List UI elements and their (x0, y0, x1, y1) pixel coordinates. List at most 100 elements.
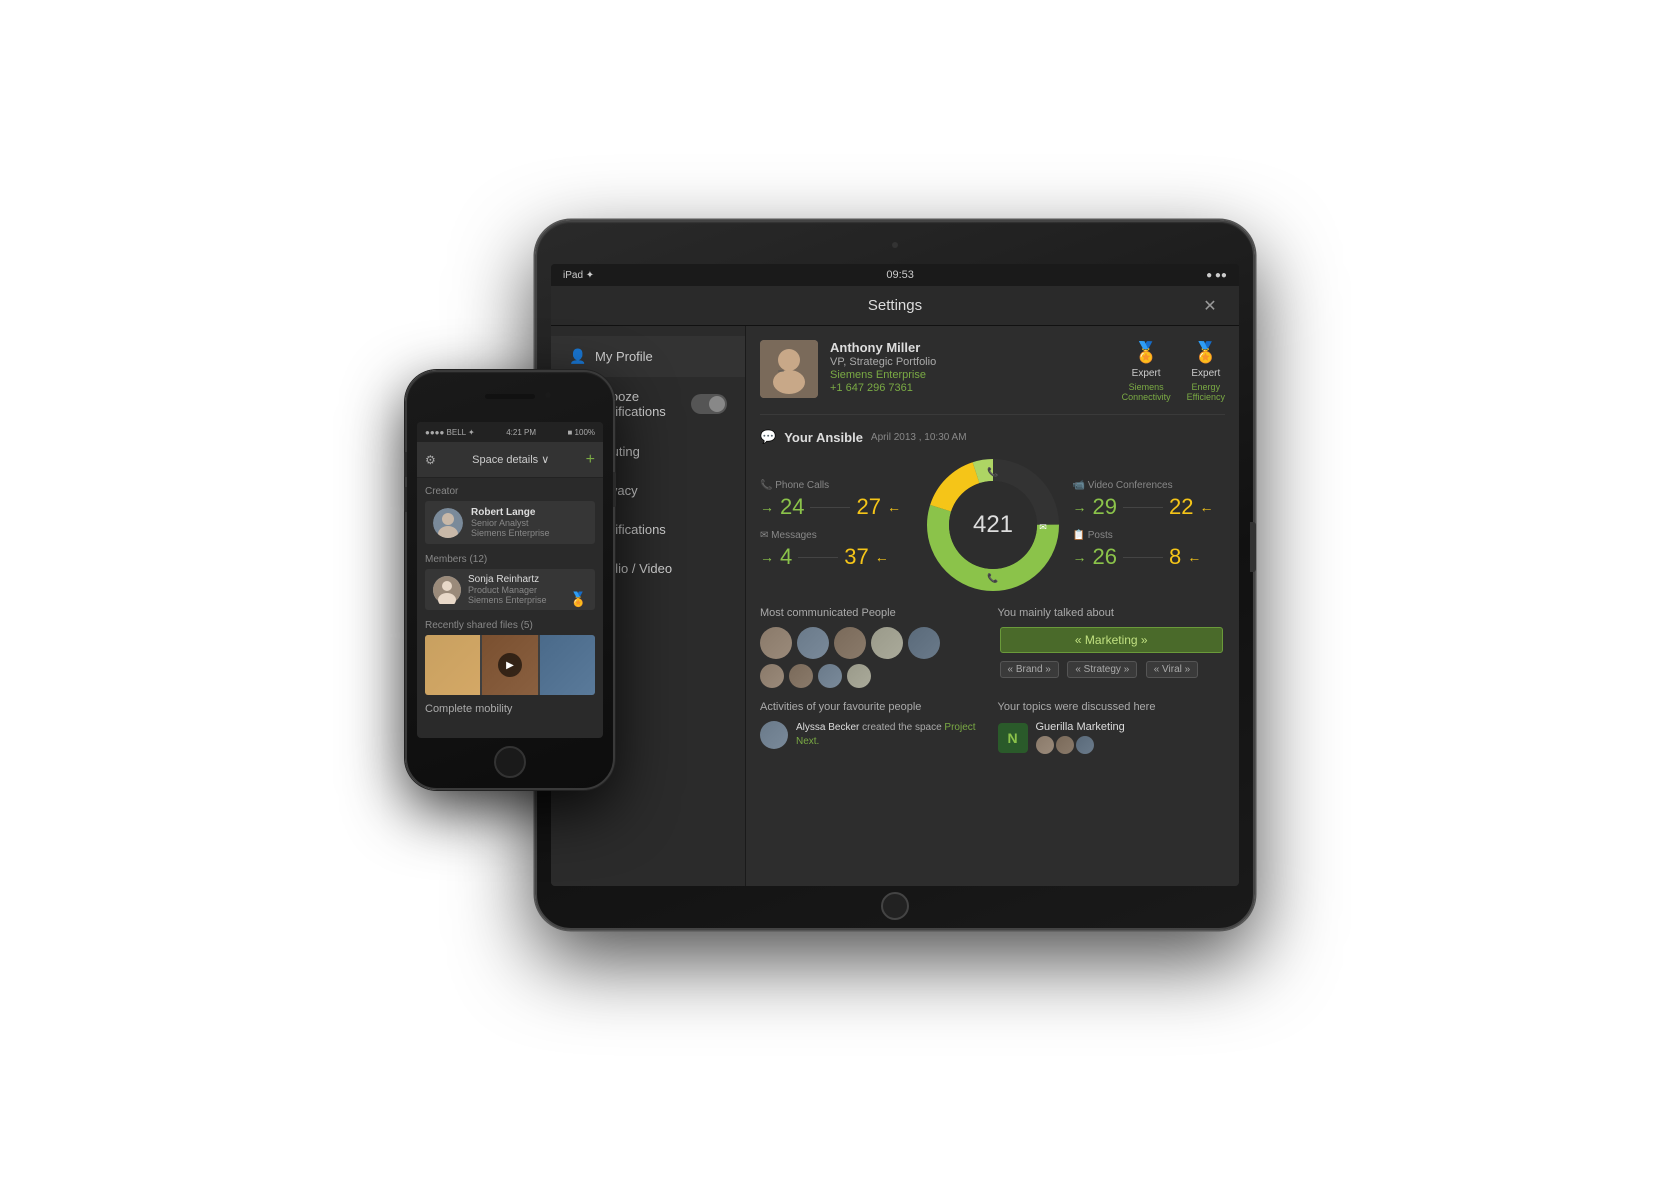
face-avatar-4 (871, 627, 903, 659)
face-avatar-1 (760, 627, 792, 659)
face-avatar-3 (834, 627, 866, 659)
svg-text:✉: ✉ (1039, 522, 1047, 532)
topic-faces (1036, 736, 1226, 754)
activities-panel: Activities of your favourite people Alys… (760, 701, 988, 755)
space-details-label[interactable]: Space details ∨ (472, 453, 549, 466)
ipad-status-left: iPad ✦ (563, 270, 594, 281)
msg-in-value: 4 (780, 544, 792, 570)
video-icon: 📹 (1073, 480, 1085, 491)
play-button[interactable]: ▶ (498, 653, 522, 677)
topic-discuss-item: N Guerilla Marketing (998, 721, 1226, 754)
phone-in-arrow: → (760, 499, 774, 515)
member-avatar (433, 576, 461, 604)
activity-person: Alyssa Becker (796, 722, 859, 733)
ipad-status-battery: ● ●● (1206, 270, 1227, 281)
stat-posts-numbers: → 26 8 ← (1073, 544, 1226, 570)
gear-icon[interactable]: ⚙ (425, 453, 436, 467)
ipad-main-panel: Anthony Miller VP, Strategic Portfolio S… (746, 326, 1239, 886)
creator-name: Robert Lange (471, 507, 587, 518)
ipad-home-button[interactable] (881, 892, 909, 920)
members-section-title: Members (12) (417, 550, 603, 569)
stat-video-conferences: 📹 Video Conferences → 29 22 ← (1073, 480, 1226, 520)
badge-label-2: Expert (1191, 368, 1220, 379)
msg-out-arrow: ← (875, 549, 889, 565)
topic-logo: N (998, 723, 1028, 753)
stat-divider-posts (1123, 557, 1163, 558)
topic-face-3 (1076, 736, 1094, 754)
close-button[interactable]: ✕ (1199, 295, 1221, 317)
video-out-value: 22 (1169, 494, 1193, 520)
msg-in-arrow: → (760, 549, 774, 565)
face-avatar-9 (847, 664, 871, 688)
files-preview[interactable]: ▶ (425, 635, 595, 695)
activity-face (760, 721, 788, 749)
phone-out-value: 27 (856, 494, 880, 520)
add-button[interactable]: + (586, 451, 595, 469)
stat-message-numbers: → 4 37 ← (760, 544, 913, 570)
topic-face-1 (1036, 736, 1054, 754)
creator-section-title: Creator (417, 478, 603, 501)
stats-right: 📹 Video Conferences → 29 22 ← (1073, 480, 1226, 570)
svg-text:📞: 📞 (987, 572, 999, 583)
face-row-bottom (760, 664, 988, 688)
badge-label-1: Expert (1132, 368, 1161, 379)
badge-energy-efficiency: 🏅 Expert EnergyEfficiency (1187, 340, 1225, 402)
stat-phone-numbers: → 24 27 ← (760, 494, 913, 520)
iphone-power-button (613, 472, 616, 507)
face-row-top (760, 627, 988, 659)
creator-avatar (433, 508, 463, 538)
topic-tag-viral[interactable]: « Viral » (1146, 661, 1199, 678)
topic-tag-strategy[interactable]: « Strategy » (1067, 661, 1137, 678)
iphone-screen: ●●●● BELL ✦ 4:21 PM ■ 100% ⚙ Space detai… (417, 422, 603, 738)
iphone-volume-up (404, 452, 407, 477)
face-avatar-5 (908, 627, 940, 659)
posts-in-value: 26 (1093, 544, 1117, 570)
topic-face-2 (1056, 736, 1074, 754)
main-topic-tag[interactable]: « Marketing » (1000, 627, 1224, 653)
most-communicated-title: Most communicated People (760, 607, 988, 619)
topics-discussed-title: Your topics were discussed here (998, 701, 1226, 713)
activity-text: Alyssa Becker created the space Project … (796, 721, 988, 749)
ipad-status-carrier: iPad ✦ (563, 270, 594, 281)
ansible-date: April 2013 , 10:30 AM (871, 432, 967, 443)
badge-sub-1: SiemensConnectivity (1122, 382, 1171, 402)
complete-mobility-label: Complete mobility (417, 695, 603, 719)
donut-svg: 421 📞 ✉ 📞 (923, 455, 1063, 595)
phone-out-arrow: ← (887, 499, 901, 515)
file-thumb-3 (540, 635, 595, 695)
ipad-content: Settings ✕ 👤 My Profile 🔔 Snooze Notific… (551, 286, 1239, 886)
topic-tag-brand[interactable]: « Brand » (1000, 661, 1059, 678)
file-thumb-1 (425, 635, 480, 695)
creator-company: Siemens Enterprise (471, 528, 587, 538)
iphone-time: 4:21 PM (506, 428, 536, 437)
person-icon: 👤 (569, 348, 585, 365)
profile-company: Siemens Enterprise (830, 369, 1110, 381)
member-name: Sonja Reinhartz (468, 574, 587, 585)
topics-discussed-panel: Your topics were discussed here N Gueril… (998, 701, 1226, 755)
ipad-side-button (1250, 522, 1256, 572)
posts-out-arrow: ← (1187, 549, 1201, 565)
files-section-title: Recently shared files (5) (417, 614, 603, 635)
creator-role: Senior Analyst (471, 518, 587, 528)
iphone-battery: ■ 100% (567, 428, 595, 437)
profile-card: Anthony Miller VP, Strategic Portfolio S… (760, 340, 1225, 415)
iphone-home-button[interactable] (494, 746, 526, 778)
badge-icon-1: 🏅 (1134, 340, 1159, 365)
stat-video-label: 📹 Video Conferences (1073, 480, 1226, 491)
member-card: Sonja Reinhartz Product Manager Siemens … (425, 569, 595, 610)
bottom-left-panel: Most communicated People (760, 607, 988, 693)
sidebar-item-my-profile-label: My Profile (595, 349, 727, 364)
stat-divider-msg (798, 557, 838, 558)
ansible-header: 💬 Your Ansible April 2013 , 10:30 AM (760, 429, 1225, 445)
phone-icon: 📞 (760, 480, 772, 491)
badge-icon-2: 🏅 (1193, 340, 1218, 365)
bottom-sections: Most communicated People (760, 607, 1225, 693)
face-avatar-7 (789, 664, 813, 688)
ipad-device: iPad ✦ 09:53 ● ●● Settings ✕ 👤 My Profi (535, 220, 1255, 930)
badge-siemens-connectivity: 🏅 Expert SiemensConnectivity (1122, 340, 1171, 402)
face-avatar-8 (818, 664, 842, 688)
ansible-stats: 📞 Phone Calls → 24 27 ← (760, 455, 1225, 595)
member-badge-icon: 🏅 (570, 591, 587, 608)
snooze-toggle[interactable] (691, 394, 727, 414)
stat-phone-calls-label: 📞 Phone Calls (760, 480, 913, 491)
